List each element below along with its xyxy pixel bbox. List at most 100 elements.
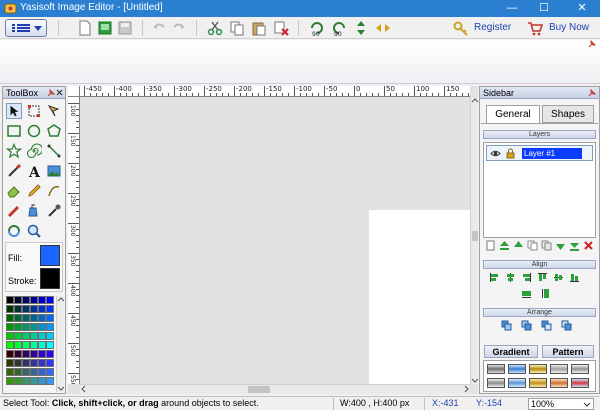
palette-color[interactable] bbox=[38, 368, 46, 376]
palette-color[interactable] bbox=[14, 314, 22, 322]
palette-color[interactable] bbox=[6, 314, 14, 322]
app-menu-button[interactable] bbox=[5, 19, 47, 37]
palette-color[interactable] bbox=[46, 323, 54, 331]
palette-color[interactable] bbox=[38, 332, 46, 340]
move-up-icon[interactable] bbox=[513, 240, 524, 251]
new-layer-icon[interactable] bbox=[485, 240, 496, 251]
close-button[interactable]: ✕ bbox=[566, 0, 598, 17]
canvas-area[interactable]: -450 -400 -350 -300 -250 -200 -150 -100 -50 0 50 10… bbox=[68, 86, 479, 394]
gradient-swatch[interactable] bbox=[508, 378, 526, 388]
save-icon[interactable] bbox=[116, 19, 134, 37]
distribute-horizontal-icon[interactable] bbox=[521, 288, 532, 299]
flip-vertical-icon[interactable] bbox=[352, 19, 370, 37]
duplicate-layer-icon[interactable] bbox=[527, 240, 538, 251]
brush-tool-icon[interactable] bbox=[6, 163, 22, 179]
vertical-scroll-thumb[interactable] bbox=[472, 231, 478, 241]
layer-row[interactable]: Layer #1 bbox=[486, 145, 593, 161]
palette-color[interactable] bbox=[22, 350, 30, 358]
lock-icon[interactable] bbox=[505, 148, 516, 159]
palette-color[interactable] bbox=[38, 314, 46, 322]
rotate-left-icon[interactable]: 90 bbox=[308, 19, 326, 37]
gradient-swatch[interactable] bbox=[508, 364, 526, 374]
polygon-tool-icon[interactable] bbox=[46, 123, 62, 139]
pin-icon[interactable] bbox=[588, 89, 596, 97]
palette-color[interactable] bbox=[46, 341, 54, 349]
palette-color[interactable] bbox=[30, 296, 38, 304]
pin-icon[interactable] bbox=[588, 40, 596, 48]
move-top-icon[interactable] bbox=[499, 240, 510, 251]
document-canvas[interactable] bbox=[369, 210, 470, 384]
pencil-tool-icon[interactable] bbox=[26, 183, 42, 199]
eye-icon[interactable] bbox=[490, 148, 501, 159]
rectangle-tool-icon[interactable] bbox=[6, 123, 22, 139]
scroll-up-icon[interactable] bbox=[57, 296, 65, 304]
palette-color[interactable] bbox=[14, 323, 22, 331]
palette-color[interactable] bbox=[46, 359, 54, 367]
gradient-swatch[interactable] bbox=[550, 364, 568, 374]
align-center-icon[interactable] bbox=[505, 272, 516, 283]
palette-color[interactable] bbox=[6, 377, 14, 385]
move-down-icon[interactable] bbox=[555, 240, 566, 251]
tab-general[interactable]: General bbox=[486, 105, 540, 123]
palette-color[interactable] bbox=[22, 377, 30, 385]
undo-icon[interactable] bbox=[150, 19, 168, 37]
align-right-icon[interactable] bbox=[521, 272, 532, 283]
palette-color[interactable] bbox=[38, 323, 46, 331]
star-tool-icon[interactable] bbox=[6, 143, 22, 159]
tab-shapes[interactable]: Shapes bbox=[542, 105, 594, 123]
canvas-vertical-scrollbar[interactable] bbox=[470, 97, 479, 384]
distribute-vertical-icon[interactable] bbox=[541, 288, 552, 299]
fill-bucket-tool-icon[interactable] bbox=[26, 203, 42, 219]
line-tool-icon[interactable] bbox=[46, 143, 62, 159]
scroll-right-icon[interactable] bbox=[462, 385, 470, 393]
ellipse-tool-icon[interactable] bbox=[26, 123, 42, 139]
palette-color[interactable] bbox=[14, 350, 22, 358]
palette-color[interactable] bbox=[46, 368, 54, 376]
bring-to-front-icon[interactable] bbox=[501, 320, 512, 331]
maximize-button[interactable]: ☐ bbox=[528, 0, 560, 17]
delete-icon[interactable] bbox=[272, 19, 290, 37]
palette-color[interactable] bbox=[22, 323, 30, 331]
palette-color[interactable] bbox=[22, 296, 30, 304]
node-tool-icon[interactable] bbox=[46, 103, 62, 119]
palette-color[interactable] bbox=[38, 377, 46, 385]
key-icon[interactable] bbox=[452, 19, 470, 37]
buy-now-link[interactable]: Buy Now bbox=[549, 22, 589, 33]
layer-list[interactable]: Layer #1 bbox=[483, 142, 596, 238]
path-tool-icon[interactable] bbox=[46, 183, 62, 199]
paste-icon[interactable] bbox=[250, 19, 268, 37]
palette-color[interactable] bbox=[30, 305, 38, 313]
send-to-back-icon[interactable] bbox=[561, 320, 572, 331]
palette-color[interactable] bbox=[38, 296, 46, 304]
palette-scrollbar[interactable] bbox=[56, 296, 65, 392]
align-top-icon[interactable] bbox=[537, 272, 548, 283]
palette-color[interactable] bbox=[38, 341, 46, 349]
palette-color[interactable] bbox=[22, 305, 30, 313]
palette-color[interactable] bbox=[6, 359, 14, 367]
cut-icon[interactable] bbox=[206, 19, 224, 37]
palette-color[interactable] bbox=[38, 359, 46, 367]
palette-color[interactable] bbox=[14, 305, 22, 313]
tab-gradient[interactable]: Gradient bbox=[484, 345, 538, 358]
scroll-down-icon[interactable] bbox=[57, 384, 65, 392]
select-tool-icon[interactable] bbox=[6, 103, 22, 119]
layer-name[interactable]: Layer #1 bbox=[522, 148, 582, 159]
scroll-left-icon[interactable] bbox=[80, 385, 88, 393]
palette-color[interactable] bbox=[22, 314, 30, 322]
stroke-swatch[interactable] bbox=[40, 268, 60, 289]
palette-color[interactable] bbox=[22, 368, 30, 376]
palette-color[interactable] bbox=[6, 323, 14, 331]
gradient-swatch[interactable] bbox=[487, 378, 505, 388]
scroll-up-icon[interactable] bbox=[471, 97, 479, 105]
bring-forward-icon[interactable] bbox=[521, 320, 532, 331]
redo-icon[interactable] bbox=[170, 19, 188, 37]
palette-color[interactable] bbox=[6, 305, 14, 313]
send-backward-icon[interactable] bbox=[541, 320, 552, 331]
gradient-swatch[interactable] bbox=[550, 378, 568, 388]
palette-color[interactable] bbox=[6, 341, 14, 349]
palette-color[interactable] bbox=[46, 296, 54, 304]
palette-color[interactable] bbox=[6, 350, 14, 358]
delete-layer-icon[interactable] bbox=[583, 240, 594, 251]
minimize-button[interactable]: — bbox=[496, 0, 528, 17]
palette-color[interactable] bbox=[30, 323, 38, 331]
